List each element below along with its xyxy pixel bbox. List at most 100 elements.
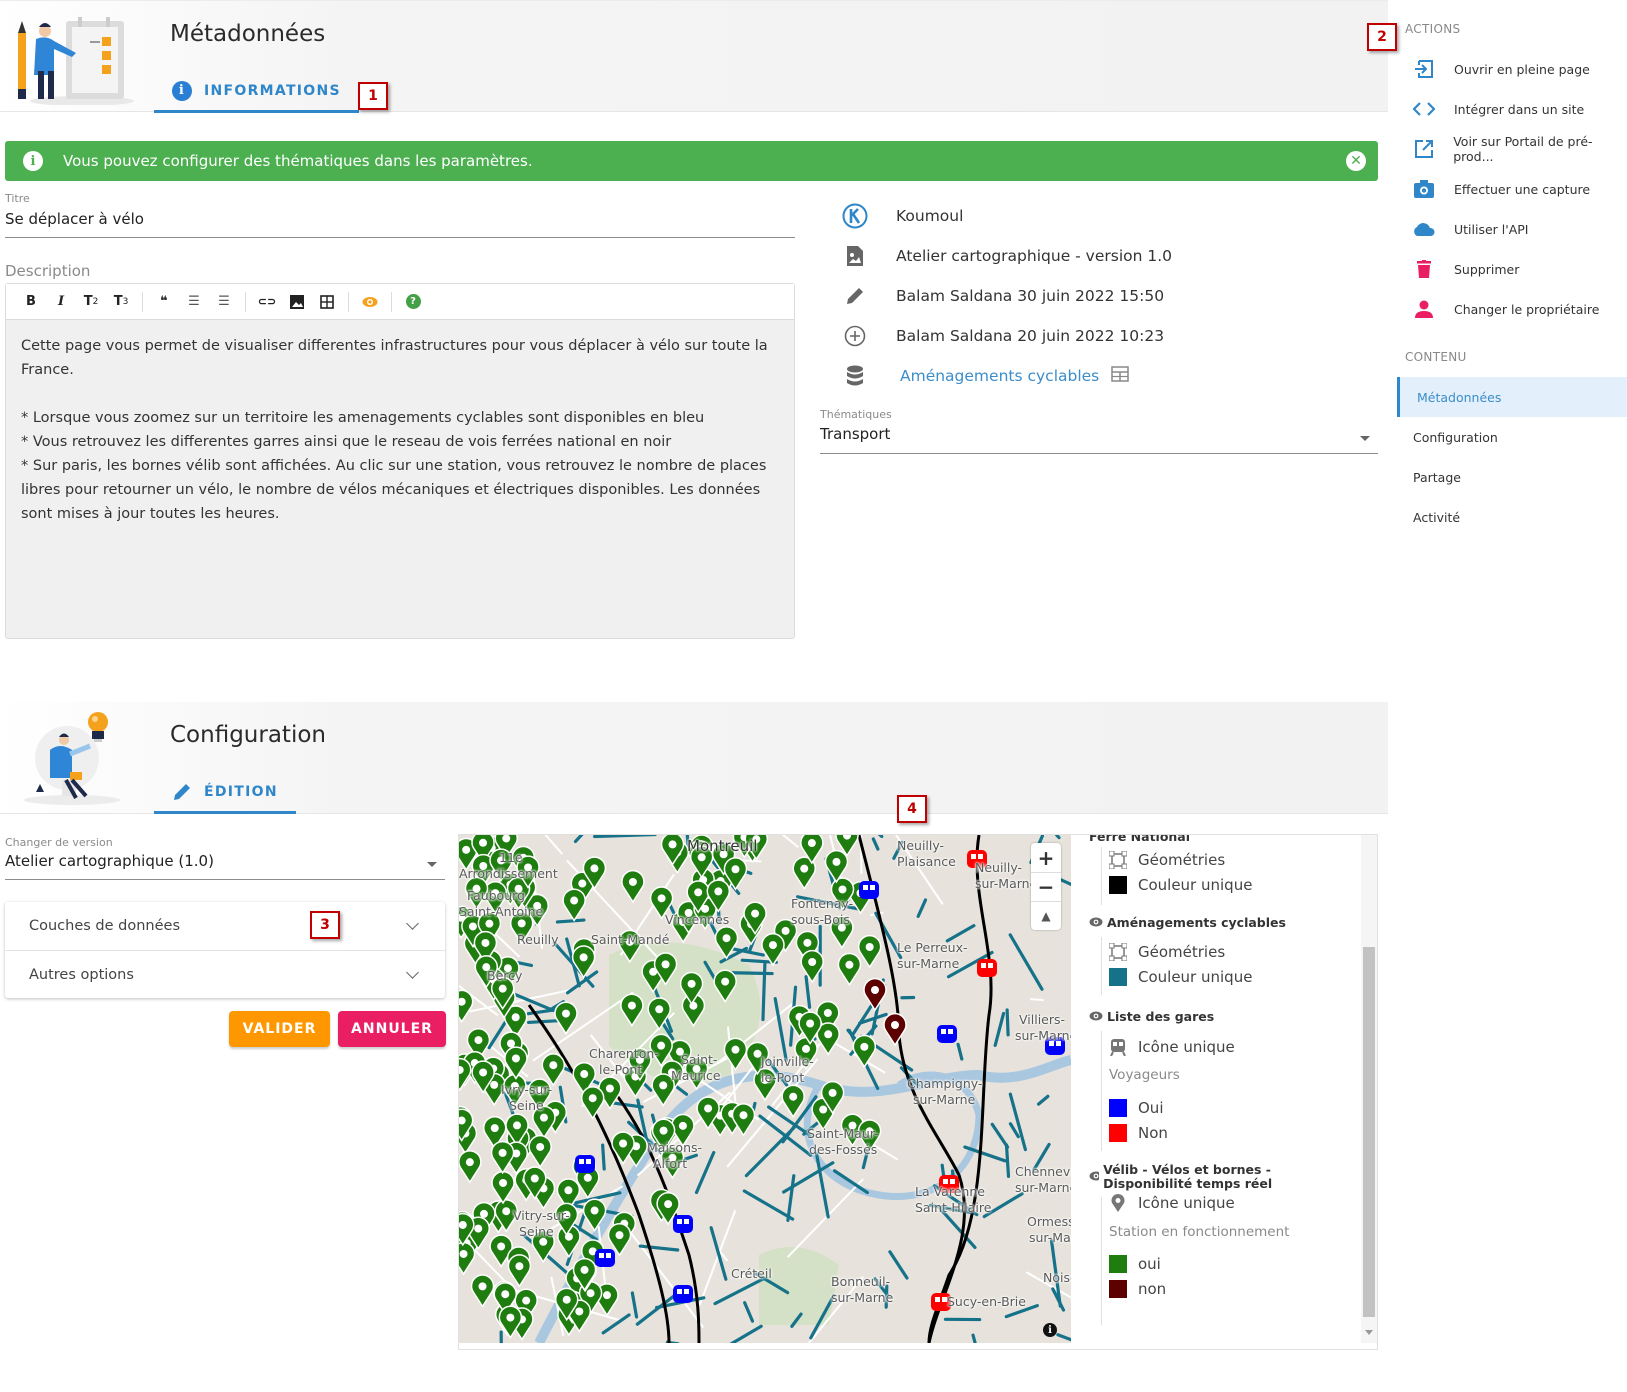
velib-station-pin	[852, 1034, 877, 1069]
velib-station-pin	[528, 1134, 552, 1169]
scroll-down-arrow-icon[interactable]	[1365, 1330, 1373, 1335]
velib-station-pin	[490, 1140, 515, 1175]
heading-2-button[interactable]: T2	[76, 289, 106, 315]
map-place-label: Saint-Mandé	[591, 932, 670, 947]
map-pin-icon	[1111, 1194, 1125, 1212]
topics-select[interactable]: Thématiques Transport	[820, 408, 1378, 454]
dataset-row: Aménagements cyclables	[842, 361, 1130, 391]
map-canvas[interactable]: Montreuil 11e Arrondissement Faubourg Saint-…	[459, 835, 1071, 1343]
velib-station-pin-dot	[602, 1291, 611, 1300]
velib-station-pin-dot	[659, 1126, 668, 1135]
nav-activity[interactable]: Activité	[1397, 497, 1627, 537]
toolbar-divider	[348, 291, 349, 312]
map-place-label: Saint-Hilaire	[915, 1200, 992, 1215]
version-select[interactable]: Changer de version Atelier cartographiqu…	[5, 836, 445, 880]
link-button[interactable]: ⊂⊃	[252, 289, 282, 315]
quote-button[interactable]: ❝	[149, 289, 179, 315]
velib-station-pin-dot	[789, 1092, 798, 1101]
cancel-button[interactable]: ANNULER	[338, 1011, 446, 1047]
eye-icon	[1089, 917, 1103, 927]
legend-item-label: Non	[1138, 1124, 1168, 1142]
bullet-list-icon: ☰	[188, 294, 200, 309]
numbered-list-button[interactable]: ☰	[209, 289, 239, 315]
legend-item-icon: Icône unique	[1109, 1192, 1235, 1214]
map-place-label: Plaisance	[897, 854, 956, 869]
action-view-portal[interactable]: Voir sur Portail de pré-prod...	[1412, 134, 1627, 164]
tab-edition[interactable]: ÉDITION	[154, 772, 296, 814]
map-place-label: Saint-Antoine	[459, 904, 544, 919]
velib-station-pin-dot	[498, 1148, 507, 1157]
velib-station-pin	[837, 952, 862, 987]
train-station-icon	[673, 1285, 693, 1303]
nav-configuration[interactable]: Configuration	[1397, 417, 1627, 457]
map-place-label: des-Fossés	[809, 1142, 878, 1157]
zoom-in-button[interactable]: +	[1031, 843, 1061, 872]
legend-divider	[1101, 937, 1102, 995]
description-text[interactable]: Cette page vous permet de visualiser dif…	[6, 320, 794, 540]
reset-north-button[interactable]: ▲	[1031, 901, 1061, 930]
accordion-data-layers[interactable]: Couches de données	[5, 902, 445, 950]
italic-button[interactable]: I	[46, 289, 76, 315]
bike-lane-segment	[773, 996, 788, 1063]
velib-station-pin	[459, 989, 474, 1024]
velib-station-pin-dot	[714, 887, 723, 896]
created-row: Balam Saldana 20 juin 2022 10:23	[842, 321, 1164, 351]
map-road	[1029, 998, 1044, 1002]
nav-metadata[interactable]: Métadonnées	[1397, 377, 1627, 417]
dataset-table-icon[interactable]	[1111, 366, 1130, 386]
eye-icon	[1089, 1011, 1103, 1021]
zoom-out-button[interactable]: −	[1031, 872, 1061, 901]
map-place-label: sur-Marne	[1029, 1230, 1071, 1245]
tab-informations[interactable]: i INFORMATIONS	[154, 71, 359, 113]
legend-group-velib[interactable]: Vélib - Vélos et bornes - Disponibilité …	[1089, 1163, 1349, 1191]
legend-scrollbar[interactable]	[1361, 835, 1377, 1343]
bold-button[interactable]: B	[16, 289, 46, 315]
map-attribution-info-icon[interactable]: i	[1043, 1323, 1057, 1337]
alert-close-button[interactable]: ✕	[1346, 151, 1366, 171]
table-button[interactable]	[312, 289, 342, 315]
legend-group-bike-lanes[interactable]: Aménagements cyclables	[1089, 915, 1286, 930]
train-station-window	[579, 1159, 584, 1164]
help-button[interactable]: ?	[398, 289, 428, 315]
velib-station-pin-dot	[739, 1111, 748, 1120]
velib-station-pin	[883, 1012, 907, 1047]
train-station-window	[988, 963, 993, 968]
image-button[interactable]	[282, 289, 312, 315]
action-label: Voir sur Portail de pré-prod...	[1453, 134, 1593, 164]
bike-lane-segment	[499, 1330, 503, 1343]
velib-station-pin-dot	[586, 1289, 595, 1298]
dataset-link[interactable]: Aménagements cyclables	[900, 367, 1099, 385]
bullet-list-button[interactable]: ☰	[179, 289, 209, 315]
map-place-label: Montreuil	[687, 837, 758, 855]
action-api[interactable]: Utiliser l'API	[1412, 214, 1528, 244]
accordion-other-options[interactable]: Autres options	[5, 950, 445, 998]
action-open-full-page[interactable]: Ouvrir en pleine page	[1412, 54, 1590, 84]
map-place-label: Noiseau	[1043, 1270, 1071, 1285]
legend-item-label: Géométries	[1138, 851, 1226, 869]
heading-2-glyph: T	[83, 294, 93, 309]
alert-message: Vous pouvez configurer des thématiques d…	[63, 152, 533, 170]
bike-lane-segment	[601, 1313, 631, 1335]
title-field[interactable]: Titre Se déplacer à vélo	[5, 192, 795, 238]
action-change-owner[interactable]: Changer le propriétaire	[1412, 294, 1599, 324]
preview-button[interactable]	[355, 289, 385, 315]
map-place-label: Seine	[509, 1098, 544, 1113]
legend-group-stations[interactable]: Liste des gares	[1089, 1009, 1214, 1024]
velib-station-pin-dot	[459, 1220, 467, 1229]
validate-button[interactable]: VALIDER	[229, 1011, 330, 1047]
bike-lane-segment	[1004, 1143, 1011, 1178]
description-label: Description	[5, 262, 91, 280]
heading-3-button[interactable]: T3	[106, 289, 136, 315]
velib-station-pin-dot	[506, 1039, 515, 1048]
action-delete[interactable]: Supprimer	[1412, 254, 1519, 284]
nav-sharing[interactable]: Partage	[1397, 457, 1627, 497]
description-editor[interactable]: B I T2 T3 ❝ ☰ ☰ ⊂⊃ ? Cette page vous per…	[5, 283, 795, 639]
legend-group-title: Aménagements cyclables	[1107, 915, 1286, 930]
legend-scrollbar-thumb[interactable]	[1363, 947, 1375, 1317]
action-capture[interactable]: Effectuer une capture	[1412, 174, 1590, 204]
legend-sub-title: Voyageurs	[1109, 1067, 1180, 1083]
velib-station-pin	[581, 1086, 605, 1120]
velib-station-pin-dot	[664, 1200, 673, 1209]
action-embed[interactable]: Intégrer dans un site	[1412, 94, 1584, 124]
velib-station-pin-dot	[479, 1209, 488, 1218]
